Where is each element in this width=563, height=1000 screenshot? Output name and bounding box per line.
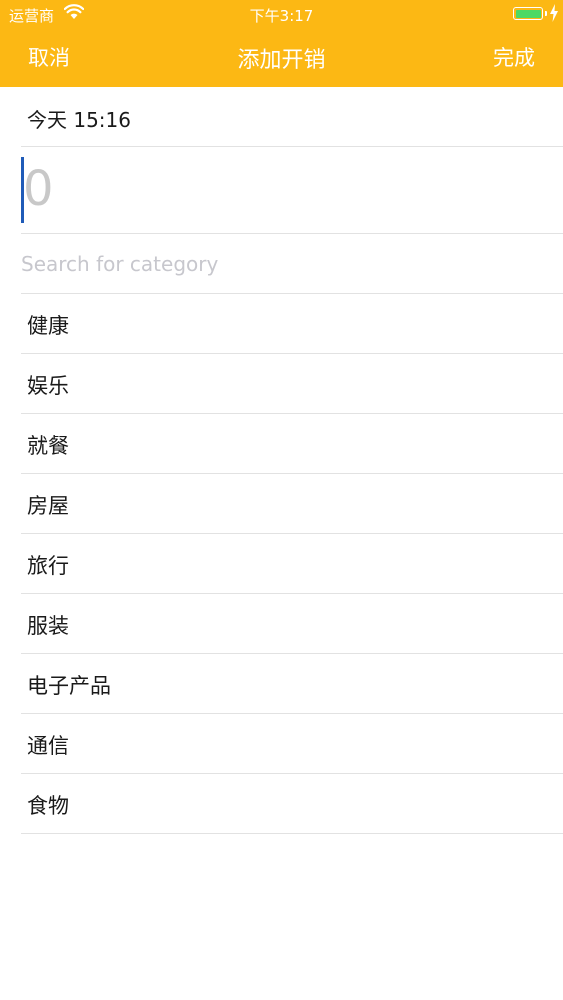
category-search-input[interactable] [21,246,541,282]
status-time: 下午3:17 [249,7,314,25]
status-bar: 运营商 下午3:17 [0,0,563,30]
category-label: 服装 [27,614,69,638]
battery-tip [545,11,547,16]
page-title: 添加开销 [237,48,326,73]
category-item-communication[interactable]: 通信 [21,714,563,774]
done-button[interactable]: 完成 [493,42,535,72]
category-item-travel[interactable]: 旅行 [21,534,563,594]
category-label: 通信 [27,734,69,758]
category-item-food[interactable]: 食物 [21,774,563,834]
category-label: 娱乐 [27,374,69,398]
category-label: 旅行 [27,554,69,578]
navigation-bar: 取消 添加开销 完成 [0,30,563,87]
category-label: 电子产品 [27,674,111,698]
category-item-dining[interactable]: 就餐 [21,414,563,474]
date-row[interactable]: 今天 15:16 [21,87,563,147]
amount-row [21,147,563,234]
category-label: 就餐 [27,434,69,458]
category-item-clothing[interactable]: 服装 [21,594,563,654]
lightning-icon [549,4,559,26]
category-item-health[interactable]: 健康 [21,294,563,354]
add-expense-screen: 运营商 下午3:17 取消 添加开销 完成 今天 15:16 0 Search … [0,0,563,1000]
category-label: 健康 [27,314,69,338]
date-label: 今天 15:16 [27,108,131,132]
amount-input[interactable] [23,151,523,227]
category-item-electronics[interactable]: 电子产品 [21,654,563,714]
category-item-entertainment[interactable]: 娱乐 [21,354,563,414]
category-label: 房屋 [27,494,69,518]
category-label: 食物 [27,794,69,818]
category-list: 健康 娱乐 就餐 房屋 旅行 服装 电子产品 通信 食物 [0,294,563,834]
header: 运营商 下午3:17 取消 添加开销 完成 [0,0,563,87]
battery-level [515,9,541,18]
battery-icon [513,7,543,20]
search-row [21,234,563,294]
category-item-housing[interactable]: 房屋 [21,474,563,534]
